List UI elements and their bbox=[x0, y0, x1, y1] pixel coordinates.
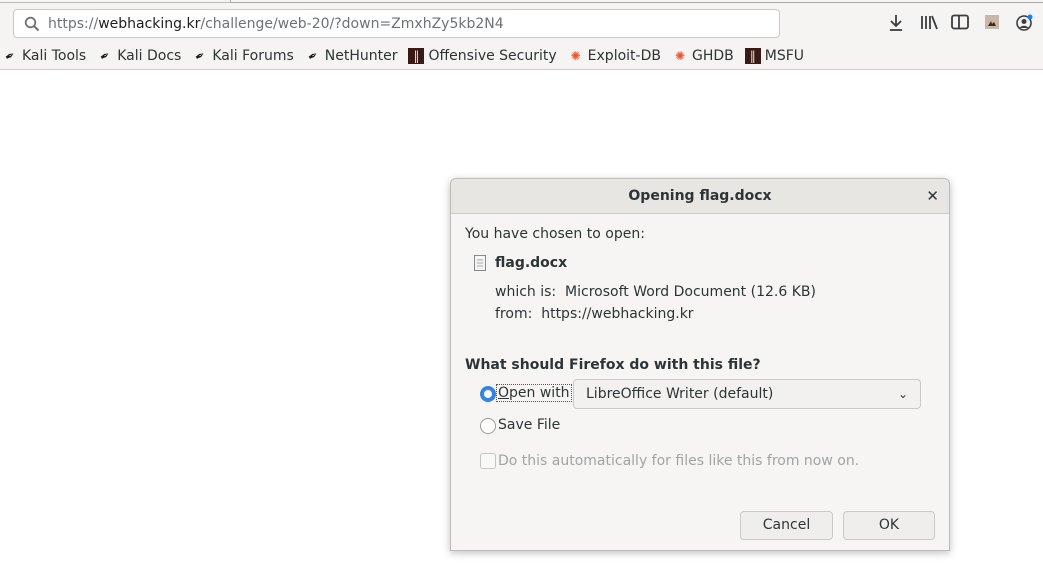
download-icon[interactable] bbox=[887, 14, 905, 32]
close-icon[interactable]: ✕ bbox=[926, 179, 939, 214]
save-file-radio[interactable] bbox=[480, 418, 496, 434]
dialog-titlebar: Opening flag.docx ✕ bbox=[451, 179, 949, 214]
bookmark-kali-docs[interactable]: ✒ Kali Docs bbox=[97, 47, 182, 65]
bookmark-ghdb[interactable]: ✺ GHDB bbox=[672, 48, 734, 64]
open-with-label[interactable]: Open with bbox=[496, 384, 572, 402]
file-type: Microsoft Word Document (12.6 KB) bbox=[565, 284, 816, 300]
bookmark-exploit-db[interactable]: ✺ Exploit-DB bbox=[568, 48, 661, 64]
kali-dragon-icon: ✒ bbox=[304, 47, 321, 65]
tab-strip bbox=[230, 0, 1043, 3]
bookmark-msfu[interactable]: ‖ MSFU bbox=[744, 48, 804, 64]
exploit-db-icon: ✺ bbox=[674, 49, 685, 63]
open-with-radio[interactable] bbox=[480, 386, 496, 402]
url-text: https://webhacking.kr/challenge/web-20/?… bbox=[48, 15, 504, 32]
search-icon bbox=[24, 16, 40, 31]
bookmarks-bar: ✒ Kali Tools ✒ Kali Docs ✒ Kali Forums ✒ Net… bbox=[2, 45, 815, 67]
dialog-title: Opening flag.docx bbox=[628, 188, 772, 204]
file-name: flag.docx bbox=[495, 255, 568, 271]
kali-dragon-icon: ✒ bbox=[97, 47, 114, 65]
bookmark-kali-tools[interactable]: ✒ Kali Tools bbox=[2, 47, 87, 65]
kali-dragon-icon: ✒ bbox=[2, 47, 18, 65]
bookmark-label: Exploit-DB bbox=[587, 48, 661, 64]
bookmark-label: NetHunter bbox=[324, 48, 398, 64]
application-select[interactable]: LibreOffice Writer (default) ⌄ bbox=[573, 379, 921, 409]
which-is-label: which is: bbox=[495, 284, 557, 300]
chevron-down-icon: ⌄ bbox=[897, 387, 908, 401]
intro-text: You have chosen to open: bbox=[465, 226, 645, 242]
document-icon bbox=[474, 255, 486, 271]
save-file-label[interactable]: Save File bbox=[498, 417, 560, 433]
auto-checkbox[interactable] bbox=[480, 453, 496, 469]
account-icon[interactable] bbox=[1015, 14, 1033, 32]
exploit-db-icon: ✺ bbox=[570, 49, 581, 63]
offsec-icon: ‖ bbox=[408, 48, 425, 64]
browser-toolbar: https://webhacking.kr/challenge/web-20/?… bbox=[0, 0, 1043, 70]
open-file-dialog: Opening flag.docx ✕ You have chosen to o… bbox=[450, 178, 950, 551]
sidebar-icon[interactable] bbox=[951, 14, 969, 32]
bookmark-nethunter[interactable]: ✒ NetHunter bbox=[304, 47, 398, 65]
bookmark-label: Kali Forums bbox=[212, 48, 294, 64]
selected-application: LibreOffice Writer (default) bbox=[586, 386, 774, 402]
question-heading: What should Firefox do with this file? bbox=[465, 357, 761, 373]
kali-dragon-icon: ✒ bbox=[192, 47, 209, 65]
ok-button[interactable]: OK bbox=[843, 511, 935, 540]
bookmark-label: Offensive Security bbox=[428, 48, 557, 64]
file-type-row: which is: Microsoft Word Document (12.6 … bbox=[495, 284, 816, 300]
file-source-row: from: https://webhacking.kr bbox=[495, 306, 694, 322]
bookmark-kali-forums[interactable]: ✒ Kali Forums bbox=[192, 47, 294, 65]
auto-checkbox-label[interactable]: Do this automatically for files like thi… bbox=[498, 453, 859, 469]
file-source: https://webhacking.kr bbox=[541, 306, 694, 322]
bookmark-label: GHDB bbox=[691, 48, 734, 64]
bookmark-label: MSFU bbox=[764, 48, 804, 64]
library-icon[interactable] bbox=[920, 14, 938, 32]
bookmark-label: Kali Tools bbox=[22, 48, 87, 64]
offsec-icon: ‖ bbox=[744, 48, 761, 64]
cancel-button[interactable]: Cancel bbox=[740, 511, 833, 540]
bookmark-label: Kali Docs bbox=[117, 48, 182, 64]
bookmark-offensive-security[interactable]: ‖ Offensive Security bbox=[408, 48, 557, 64]
url-bar[interactable]: https://webhacking.kr/challenge/web-20/?… bbox=[13, 9, 780, 38]
from-label: from: bbox=[495, 306, 533, 322]
open-with-text: pen with bbox=[509, 385, 570, 401]
screenshot-extension-icon[interactable] bbox=[983, 14, 1001, 32]
